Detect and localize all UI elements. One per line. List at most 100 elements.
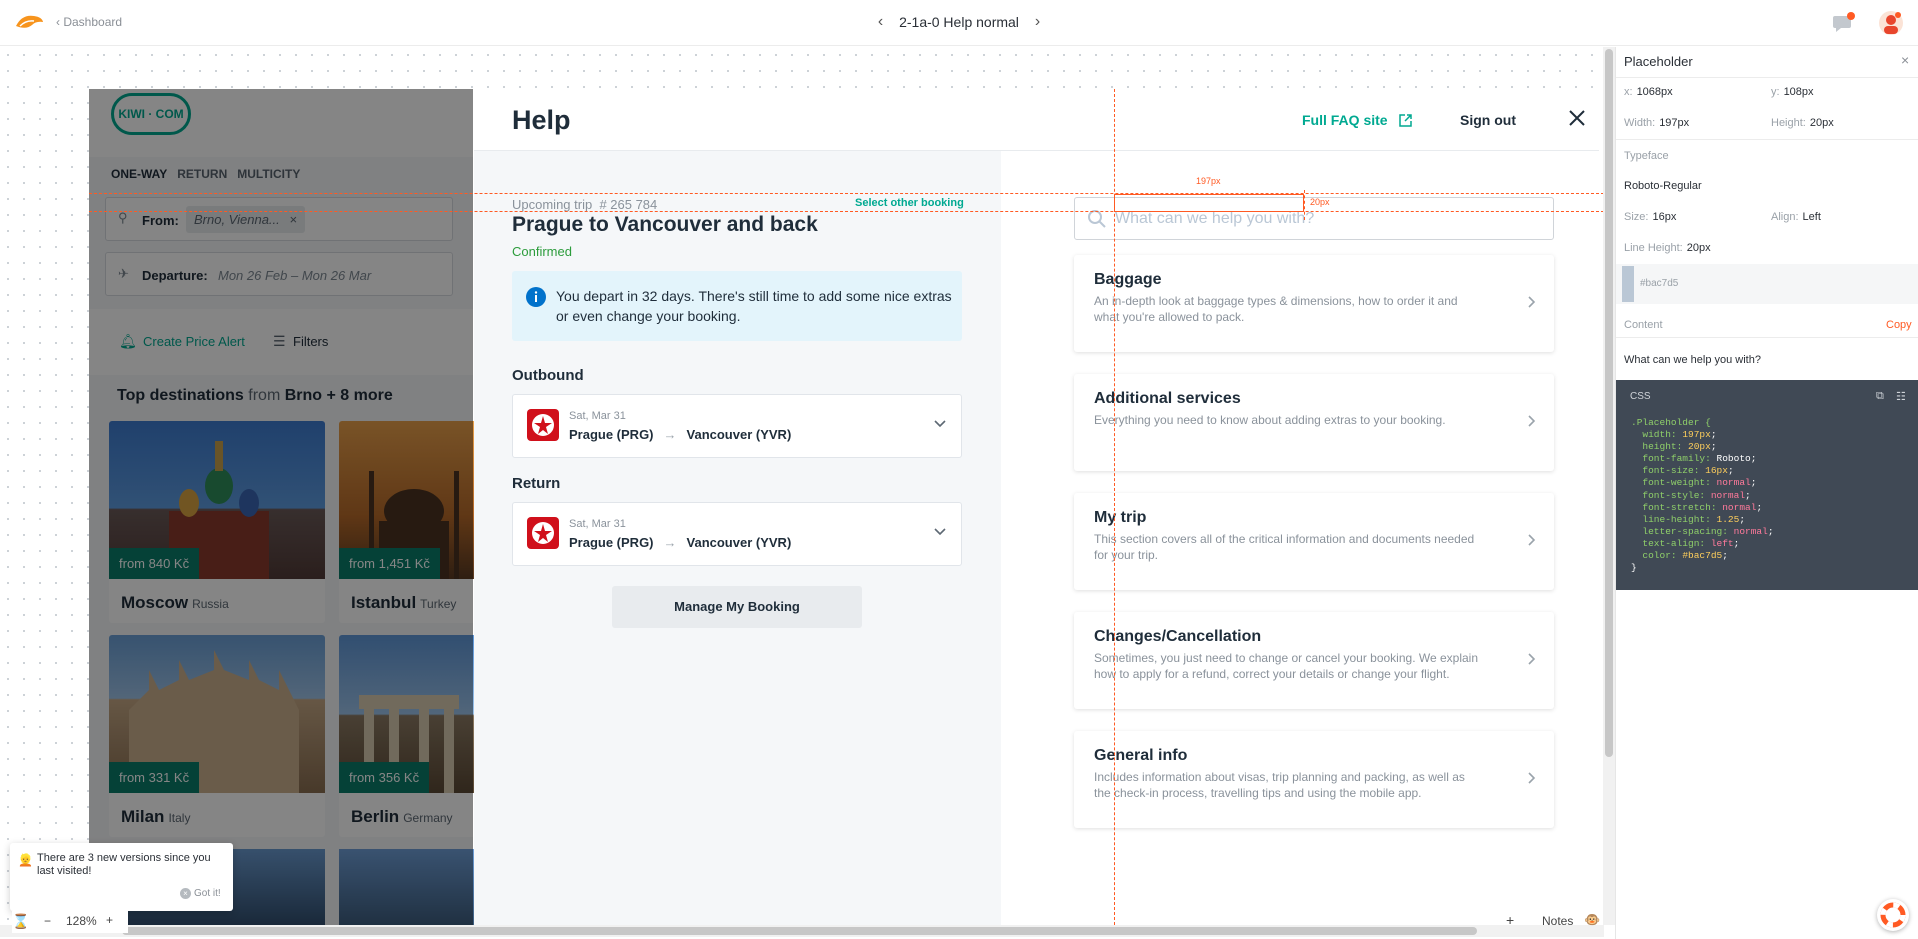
kiwi-search-page: KIWI · COM ONE-WAY RETURN MULTICITY ⚲ From… — [89, 89, 555, 925]
airline-logo-icon — [527, 409, 559, 441]
divider — [1616, 139, 1918, 140]
modal-backdrop[interactable] — [89, 89, 473, 925]
user-avatar[interactable] — [1878, 10, 1904, 36]
toast-text: There are 3 new versions since you last … — [37, 852, 211, 877]
flight-route: Prague (PRG) → Vancouver (YVR) — [569, 535, 791, 550]
help-modal: Upcoming trip # 265 784 Select other boo… — [474, 89, 1599, 925]
color-hex: #bac7d5 — [1640, 278, 1679, 289]
got-it-label: Got it! — [194, 888, 221, 899]
category-description: Everything you need to know about adding… — [1094, 413, 1446, 427]
vertical-scrollbar[interactable] — [1603, 47, 1615, 925]
notes-label[interactable]: Notes — [1542, 914, 1573, 928]
category-title: Additional services — [1094, 390, 1241, 407]
css-code: .Placeholder { width: 197px; height: 20p… — [1631, 417, 1774, 574]
layer-name: Placeholder — [1624, 54, 1693, 69]
color-row[interactable]: #bac7d5 — [1616, 264, 1918, 304]
outbound-label: Outbound — [512, 367, 584, 384]
category-description: Includes information about visas, trip p… — [1094, 770, 1465, 800]
category-title: General info — [1094, 747, 1188, 764]
width-value: 197px — [1659, 117, 1690, 129]
typeface-label: Typeface — [1624, 150, 1669, 162]
help-header: Help Full FAQ site Sign out — [474, 89, 1599, 151]
trip-number: # 265 784 — [599, 197, 658, 212]
divider — [1616, 77, 1918, 78]
chevron-down-icon[interactable] — [933, 525, 947, 539]
chevron-right-icon — [1527, 771, 1537, 785]
flight-origin: Prague (PRG) — [569, 535, 654, 550]
search-icon — [1087, 209, 1107, 229]
info-text: You depart in 32 days. There's still tim… — [556, 288, 952, 324]
flight-destination: Vancouver (YVR) — [686, 535, 792, 550]
chevron-down-icon[interactable] — [933, 417, 947, 431]
line-height-prop: Line Height: 20px — [1624, 242, 1711, 254]
notes-toggle: + Notes 🐵 — [1506, 911, 1606, 933]
sign-out-button[interactable]: Sign out — [1460, 112, 1516, 128]
faq-category-card[interactable]: General info Includes information about … — [1074, 731, 1554, 828]
got-it-button[interactable]: × Got it! — [180, 888, 221, 899]
faq-panel: Baggage An in-depth look at baggage type… — [1001, 151, 1599, 925]
width-prop: Width: 197px — [1624, 117, 1689, 129]
faq-category-card[interactable]: Changes/Cancellation Sometimes, you just… — [1074, 612, 1554, 709]
flight-destination: Vancouver (YVR) — [686, 427, 792, 442]
route-arrow-icon: → — [663, 427, 677, 442]
faq-category-card[interactable]: Additional services Everything you need … — [1074, 374, 1554, 471]
close-circle-icon: × — [180, 888, 191, 899]
faq-category-card[interactable]: My trip This section covers all of the c… — [1074, 493, 1554, 590]
settings-icon[interactable]: ☷ — [1896, 390, 1906, 403]
horizontal-scrollbar[interactable] — [0, 925, 1604, 937]
return-label: Return — [512, 475, 561, 492]
route-arrow-icon: → — [663, 535, 677, 550]
close-icon[interactable] — [1568, 109, 1586, 127]
close-panel-icon[interactable]: × — [1901, 52, 1909, 68]
full-faq-link[interactable]: Full FAQ site — [1302, 112, 1413, 128]
copy-button[interactable]: Copy — [1886, 319, 1912, 331]
align-value: Left — [1802, 211, 1821, 223]
scrollbar-thumb[interactable] — [122, 927, 1477, 935]
x-position: x: 1068px — [1624, 86, 1673, 98]
faq-category-card[interactable]: Baggage An in-depth look at baggage type… — [1074, 255, 1554, 352]
category-description: An in-depth look at baggage types & dime… — [1094, 294, 1458, 324]
info-notice: You depart in 32 days. There's still tim… — [512, 271, 962, 341]
return-flight-card[interactable]: Sat, Mar 31 Prague (PRG) → Vancouver (YVR) — [512, 502, 962, 566]
versions-toast: 👱 There are 3 new versions since you las… — [10, 843, 233, 911]
category-title: Changes/Cancellation — [1094, 628, 1262, 645]
line-height-label: Line Height: — [1624, 242, 1683, 254]
outbound-flight-card[interactable]: Sat, Mar 31 Prague (PRG) → Vancouver (YVR) — [512, 394, 962, 458]
color-swatch — [1622, 266, 1634, 302]
y-label: y: — [1771, 86, 1780, 98]
zoom-in-button[interactable]: + — [106, 913, 113, 927]
y-value: 108px — [1783, 86, 1814, 98]
line-height-value: 20px — [1686, 242, 1711, 254]
manage-booking-button[interactable]: Manage My Booking — [612, 586, 862, 628]
flight-route: Prague (PRG) → Vancouver (YVR) — [569, 427, 791, 442]
x-value: 1068px — [1636, 86, 1673, 98]
scrollbar-thumb[interactable] — [1605, 49, 1613, 757]
css-code-panel: CSS ⧉ ☷ .Placeholder { width: 197px; hei… — [1616, 380, 1918, 590]
selection-outline — [1114, 194, 1304, 212]
y-position: y: 108px — [1771, 86, 1814, 98]
guide-line-vertical — [1114, 89, 1115, 925]
info-icon — [526, 287, 546, 307]
prev-screen-arrow[interactable]: ‹ — [866, 13, 895, 31]
add-note-button[interactable]: + — [1506, 912, 1514, 928]
app-header: ‹ Dashboard ‹ 2-1a-0 Help normal › — [0, 0, 1918, 46]
category-title: Baggage — [1094, 271, 1162, 288]
copy-code-icon[interactable]: ⧉ — [1876, 390, 1884, 403]
next-screen-arrow[interactable]: › — [1023, 13, 1052, 31]
height-measure-label: 20px — [1310, 197, 1330, 207]
guide-line-horizontal — [89, 211, 1604, 212]
zoom-out-button[interactable]: − — [44, 914, 51, 928]
select-other-booking[interactable]: Select other booking — [855, 197, 964, 209]
chevron-right-icon — [1527, 295, 1537, 309]
notifications-icon[interactable] — [1832, 12, 1856, 34]
hourglass-icon[interactable]: ⌛ — [12, 913, 29, 930]
upcoming-trip: Upcoming trip # 265 784 — [512, 197, 657, 212]
guide-line-vertical — [1304, 190, 1305, 220]
airline-logo-icon — [527, 517, 559, 549]
flight-date: Sat, Mar 31 — [569, 410, 626, 422]
height-prop: Height: 20px — [1771, 117, 1834, 129]
align-label: Align: — [1771, 211, 1799, 223]
support-lifebuoy-icon[interactable] — [1877, 899, 1909, 931]
design-canvas[interactable]: KIWI · COM ONE-WAY RETURN MULTICITY ⚲ From… — [0, 47, 1604, 925]
full-faq-label: Full FAQ site — [1302, 112, 1388, 128]
